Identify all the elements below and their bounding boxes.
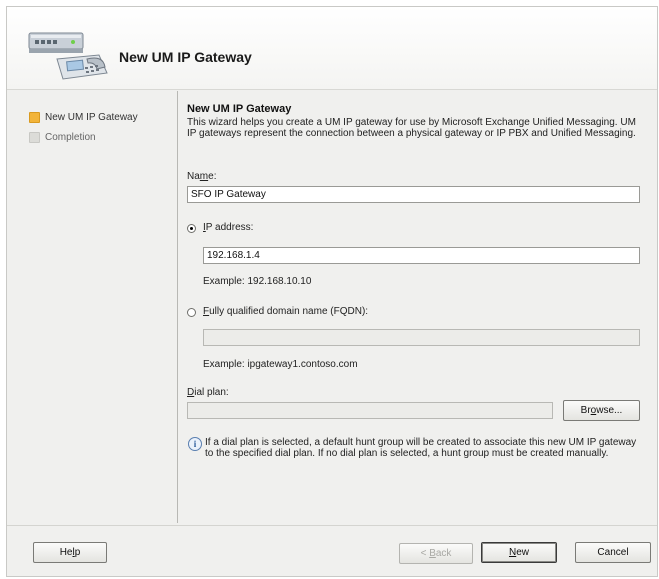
dial-plan-label: Dial plan: [187,387,229,398]
wizard-content: New UM IP Gateway This wizard helps you … [187,103,647,139]
footer-divider [7,525,657,526]
step-active-icon [29,111,40,123]
ip-gateway-device-icon [28,32,108,80]
browse-button[interactable]: Browse... [563,400,640,421]
wizard-header: New UM IP Gateway [7,7,657,90]
info-icon: i [188,437,202,451]
wizard-description: This wizard helps you create a UM IP gat… [187,117,636,139]
step-pending-icon [29,131,40,143]
wizard-title: New UM IP Gateway [119,49,252,65]
ip-address-input[interactable]: 192.168.1.4 [203,247,640,264]
help-button[interactable]: Help [33,542,107,563]
cancel-button[interactable]: Cancel [575,542,651,563]
new-button[interactable]: New [481,542,557,563]
step-label: New UM IP Gateway [45,111,138,123]
fqdn-input[interactable] [203,329,640,346]
fqdn-label: Fully qualified domain name (FQDN): [203,306,369,317]
step-completion[interactable]: Completion [29,127,138,147]
vertical-divider [177,91,178,523]
dial-plan-info-text: If a dial plan is selected, a default hu… [205,437,637,459]
ip-address-radio[interactable] [187,224,196,233]
ip-example-text: Example: 192.168.10.10 [203,276,312,287]
name-label: Name: [187,171,217,182]
fqdn-example-text: Example: ipgateway1.contoso.com [203,359,358,370]
step-new-um-ip-gateway[interactable]: New UM IP Gateway [29,107,138,127]
fqdn-radio[interactable] [187,308,196,317]
dial-plan-input[interactable] [187,402,553,419]
wizard-window: New UM IP Gateway New UM IP Gateway Comp… [6,6,658,577]
back-button[interactable]: < Back [399,543,473,564]
wizard-steps: New UM IP Gateway Completion [29,107,138,147]
section-title: New UM IP Gateway [187,103,292,115]
ip-address-label: IP address: [203,222,254,233]
step-label: Completion [45,131,96,143]
name-input[interactable]: SFO IP Gateway [187,186,640,203]
